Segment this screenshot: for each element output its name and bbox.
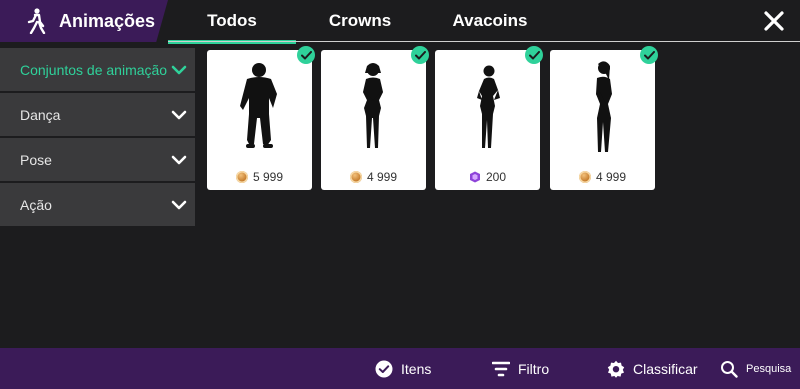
crown-coin-icon [578, 171, 591, 183]
items-button[interactable]: Itens [375, 348, 431, 389]
animation-card[interactable]: 4 999 [550, 46, 658, 190]
animation-card[interactable]: 4 999 [321, 46, 429, 190]
avatar-silhouette-icon [363, 63, 383, 148]
chevron-down-icon [171, 200, 187, 209]
tabs-divider [168, 41, 800, 42]
sidebar-item-danca[interactable]: Dança [0, 93, 195, 136]
chevron-down-icon [171, 155, 187, 164]
price-tag: 4 999 [321, 170, 426, 184]
price-tag: 5 999 [207, 170, 312, 184]
sidebar-item-label: Ação [20, 196, 52, 213]
chevron-down-icon [171, 110, 187, 119]
search-icon [721, 360, 738, 378]
walking-person-icon [27, 8, 46, 34]
sidebar-item-label: Dança [20, 106, 61, 123]
sidebar-item-label: Conjuntos de animação [20, 61, 168, 78]
sidebar-item-label: Pose [20, 151, 52, 168]
animation-card[interactable]: 200 [435, 46, 543, 190]
search-button[interactable]: Pesquisa [720, 348, 791, 389]
tab-avacoins[interactable]: Avacoins [424, 0, 556, 42]
crown-coin-icon [349, 171, 362, 183]
sidebar-item-conjuntos[interactable]: Conjuntos de animação [0, 48, 195, 91]
tab-label: Avacoins [452, 11, 528, 30]
price-value: 5 999 [252, 170, 284, 184]
top-bar: Animações Todos Crowns Avacoins [0, 0, 800, 44]
avatar-silhouette-icon [240, 63, 277, 148]
avatar-silhouette-icon [596, 61, 612, 152]
price-value: 200 [485, 170, 507, 184]
animation-card[interactable]: 5 999 [207, 46, 315, 190]
chevron-down-icon [171, 65, 187, 74]
avatar-silhouette-icon [477, 65, 500, 148]
sort-badge-icon [607, 360, 625, 378]
price-value: 4 999 [595, 170, 627, 184]
check-circle-icon [375, 360, 393, 377]
filter-button[interactable]: Filtro [492, 348, 549, 389]
crown-coin-icon [235, 171, 248, 183]
sort-button[interactable]: Classificar [607, 348, 698, 389]
category-sidebar: Conjuntos de animação Dança Pose Ação [0, 48, 195, 228]
filter-icon [492, 361, 510, 376]
tab-crowns[interactable]: Crowns [296, 0, 424, 42]
close-icon[interactable] [762, 9, 786, 33]
tab-todos[interactable]: Todos [168, 0, 296, 44]
price-tag: 4 999 [550, 170, 655, 184]
search-label: Pesquisa [746, 362, 792, 375]
price-value: 4 999 [366, 170, 398, 184]
avacoin-icon [469, 171, 480, 183]
tab-label: Crowns [328, 11, 392, 30]
price-tag: 200 [435, 170, 540, 184]
filter-label: Filtro [518, 360, 550, 377]
tab-label: Todos [207, 11, 257, 30]
title-panel: Animações [0, 0, 168, 42]
items-label: Itens [401, 360, 432, 377]
bottom-toolbar: Itens Filtro Classificar Pesquisa [0, 348, 800, 389]
sidebar-item-acao[interactable]: Ação [0, 183, 195, 226]
page-title: Animações [59, 10, 156, 31]
sort-label: Classificar [633, 360, 698, 377]
sidebar-item-pose[interactable]: Pose [0, 138, 195, 181]
